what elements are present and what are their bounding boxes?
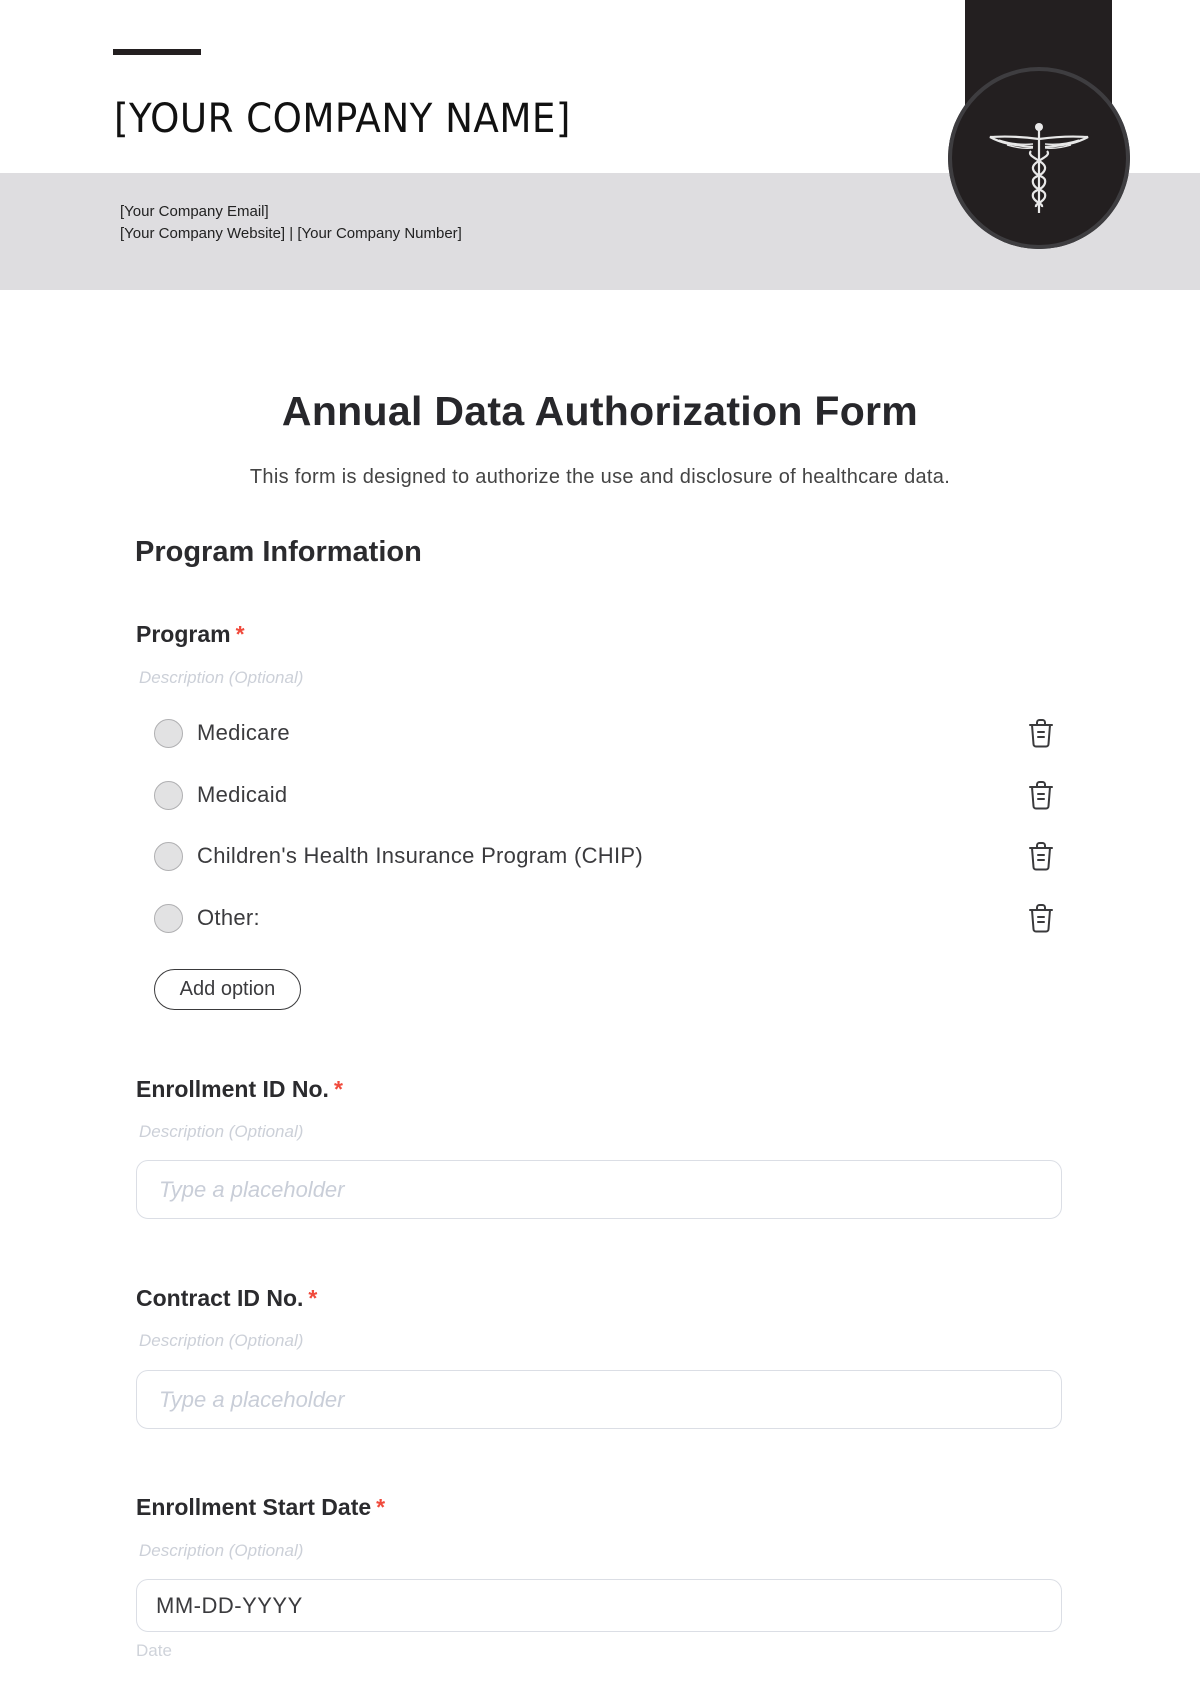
- radio-option-other[interactable]: Other:: [154, 899, 1054, 939]
- option-label[interactable]: Children's Health Insurance Program (CHI…: [197, 843, 643, 869]
- field-label-program: Program *: [136, 621, 245, 648]
- enrollment-id-input[interactable]: Type a placeholder: [136, 1160, 1062, 1219]
- date-hint: Date: [136, 1641, 172, 1660]
- field-label-text: Contract ID No.: [136, 1285, 304, 1311]
- radio-option-medicare[interactable]: Medicare: [154, 714, 1054, 754]
- field-label-enrollment-start-date: Enrollment Start Date *: [136, 1494, 385, 1521]
- field-description[interactable]: Description (Optional): [139, 1331, 303, 1351]
- required-asterisk: *: [333, 1076, 343, 1102]
- option-label[interactable]: Medicare: [197, 720, 290, 746]
- company-website-number: [Your Company Website] | [Your Company N…: [120, 225, 462, 242]
- field-label-enrollment-id: Enrollment ID No. *: [136, 1076, 343, 1103]
- field-label-contract-id: Contract ID No. *: [136, 1285, 317, 1312]
- enrollment-start-date-input[interactable]: MM-DD-YYYY: [136, 1579, 1062, 1632]
- field-label-text: Enrollment Start Date: [136, 1494, 372, 1520]
- field-description[interactable]: Description (Optional): [139, 1122, 303, 1142]
- required-asterisk: *: [235, 621, 245, 647]
- required-asterisk: *: [376, 1494, 386, 1520]
- field-description[interactable]: Description (Optional): [139, 668, 303, 688]
- input-placeholder: Type a placeholder: [159, 1386, 345, 1412]
- option-label[interactable]: Other:: [197, 905, 260, 931]
- company-name: [YOUR COMPANY NAME]: [114, 96, 571, 142]
- trash-icon[interactable]: [1027, 719, 1055, 749]
- logo-badge: [948, 67, 1130, 249]
- field-label-text: Program: [136, 621, 231, 647]
- trash-icon[interactable]: [1027, 781, 1055, 811]
- contract-id-input[interactable]: Type a placeholder: [136, 1370, 1062, 1429]
- header-accent-bar: [113, 49, 201, 55]
- option-label[interactable]: Medicaid: [197, 782, 287, 808]
- radio-option-chip[interactable]: Children's Health Insurance Program (CHI…: [154, 837, 1054, 877]
- radio-button[interactable]: [154, 781, 183, 810]
- form-title: Annual Data Authorization Form: [281, 388, 919, 434]
- radio-button[interactable]: [154, 842, 183, 871]
- radio-option-medicaid[interactable]: Medicaid: [154, 776, 1054, 816]
- date-value: MM-DD-YYYY: [156, 1592, 303, 1618]
- radio-button[interactable]: [154, 719, 183, 748]
- section-title: Program Information: [135, 536, 422, 568]
- add-option-button[interactable]: Add option: [154, 969, 301, 1010]
- trash-icon[interactable]: [1027, 904, 1055, 934]
- radio-button[interactable]: [154, 904, 183, 933]
- required-asterisk: *: [308, 1285, 318, 1311]
- field-label-text: Enrollment ID No.: [136, 1076, 329, 1102]
- form-subtitle: This form is designed to authorize the u…: [249, 466, 951, 488]
- trash-icon[interactable]: [1027, 842, 1055, 872]
- input-placeholder: Type a placeholder: [159, 1176, 345, 1202]
- company-email: [Your Company Email]: [120, 203, 269, 220]
- caduceus-icon: [989, 123, 1089, 213]
- field-description[interactable]: Description (Optional): [139, 1541, 303, 1561]
